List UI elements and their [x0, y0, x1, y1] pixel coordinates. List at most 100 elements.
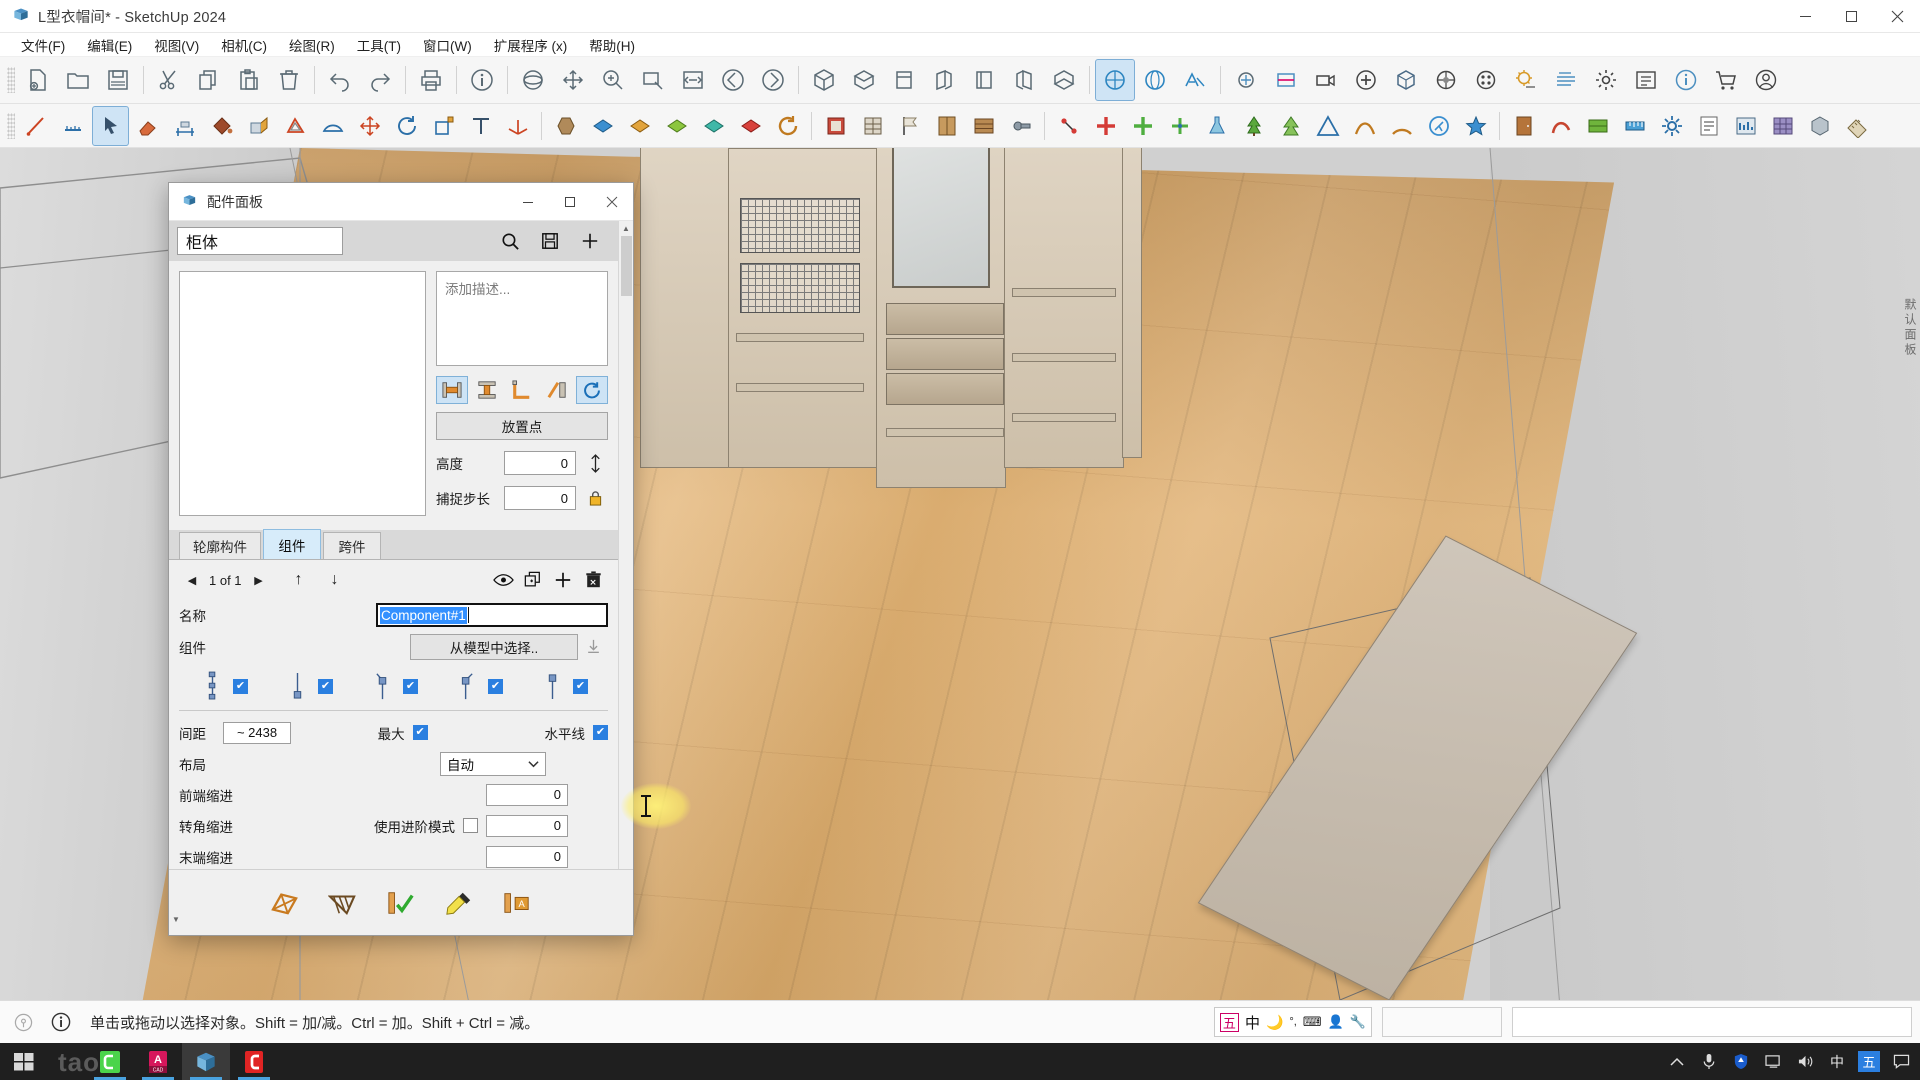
hidden-line-icon[interactable]	[1175, 59, 1215, 101]
dialog-minimize-button[interactable]	[507, 183, 549, 221]
taskbar-app-autocad[interactable]: A CAD	[134, 1043, 182, 1080]
taskbar-app-sketchup[interactable]	[182, 1043, 230, 1080]
follow-me-icon[interactable]	[769, 106, 806, 146]
menu-view[interactable]: 视图(V)	[143, 33, 210, 57]
front-indent-input[interactable]: 0	[486, 783, 568, 806]
gear-blue-icon[interactable]	[1653, 106, 1690, 146]
download-icon[interactable]	[578, 639, 608, 655]
prev-record-button[interactable]: ◀	[179, 567, 205, 593]
triangle-warn-icon[interactable]	[1309, 106, 1346, 146]
menu-window[interactable]: 窗口(W)	[412, 33, 483, 57]
left-view-icon[interactable]	[1004, 59, 1044, 101]
tab-components[interactable]: 组件	[263, 529, 321, 559]
taskbar-app-wechat[interactable]	[86, 1043, 134, 1080]
ime-toolbar[interactable]: 五 中 🌙 °, ⌨ 👤 🔧	[1213, 1007, 1372, 1037]
iso-view-icon[interactable]	[804, 59, 844, 101]
add-plus-icon[interactable]	[548, 567, 578, 593]
tray-microphone-icon[interactable]	[1694, 1043, 1724, 1080]
component-icon[interactable]	[1386, 59, 1426, 101]
next-view-icon[interactable]	[753, 59, 793, 101]
outliner-icon[interactable]	[1626, 59, 1666, 101]
duplicate-icon[interactable]	[518, 567, 548, 593]
search-input[interactable]: 柜体	[177, 227, 343, 255]
offset-icon[interactable]	[277, 106, 314, 146]
anchor-start-angle-checkbox[interactable]	[403, 678, 418, 694]
styles-icon[interactable]	[1466, 59, 1506, 101]
zoom-extents-icon[interactable]	[673, 59, 713, 101]
snap-step-input[interactable]: 0	[504, 486, 576, 510]
geo-location-icon[interactable]	[8, 1007, 38, 1037]
axes-icon[interactable]	[499, 106, 536, 146]
save-icon[interactable]	[98, 59, 138, 101]
move-up-button[interactable]: ↑	[286, 567, 312, 593]
tray-monitor-icon[interactable]	[1758, 1043, 1788, 1080]
mode-refresh-icon[interactable]	[576, 376, 608, 404]
previous-view-icon[interactable]	[713, 59, 753, 101]
delete-trash-icon[interactable]	[269, 59, 309, 101]
shape-gold-icon[interactable]	[621, 106, 658, 146]
help-info-icon[interactable]	[1666, 59, 1706, 101]
corner-indent-input[interactable]: 0	[486, 814, 568, 837]
flag-icon[interactable]	[891, 106, 928, 146]
pan-icon[interactable]	[553, 59, 593, 101]
add-green-icon[interactable]	[1161, 106, 1198, 146]
menu-edit[interactable]: 编辑(E)	[76, 33, 143, 57]
text-tool-icon[interactable]	[462, 106, 499, 146]
cabinet-icon[interactable]	[928, 106, 965, 146]
warehouse-cart-icon[interactable]	[1706, 59, 1746, 101]
tray-notification-icon[interactable]	[1886, 1043, 1916, 1080]
taskbar-app-cad[interactable]	[230, 1043, 278, 1080]
save-disk-icon[interactable]	[530, 225, 570, 257]
grid-panel-icon[interactable]	[1764, 106, 1801, 146]
tab-profile-members[interactable]: 轮廓构件	[179, 532, 261, 559]
component-name-input[interactable]: Component#1	[376, 603, 608, 627]
tab-spans[interactable]: 跨件	[323, 532, 381, 559]
back-view-icon[interactable]	[964, 59, 1004, 101]
preferences-icon[interactable]	[1586, 59, 1626, 101]
paste-icon[interactable]	[229, 59, 269, 101]
mode-horizontal-span-icon[interactable]	[436, 376, 468, 404]
box-icon[interactable]	[1801, 106, 1838, 146]
move-icon[interactable]	[351, 106, 388, 146]
front-view-icon[interactable]	[884, 59, 924, 101]
materials-icon[interactable]	[1426, 59, 1466, 101]
select-from-model-button[interactable]: 从模型中选择..	[410, 634, 578, 660]
open-folder-icon[interactable]	[58, 59, 98, 101]
auto-label-icon[interactable]: A	[499, 885, 535, 921]
height-arrow-icon[interactable]	[582, 451, 608, 475]
xray-style-icon[interactable]	[1095, 59, 1135, 101]
maximize-button[interactable]	[1828, 0, 1874, 33]
minimize-button[interactable]	[1782, 0, 1828, 33]
hardware-icon[interactable]	[1002, 106, 1039, 146]
print-icon[interactable]	[411, 59, 451, 101]
redo-icon[interactable]	[360, 59, 400, 101]
scroll-up-arrow[interactable]: ▲	[619, 221, 633, 236]
dialog-scrollbar[interactable]: ▲	[618, 221, 633, 869]
board-green-icon[interactable]	[1579, 106, 1616, 146]
menu-file[interactable]: 文件(F)	[10, 33, 76, 57]
top-view-icon[interactable]	[844, 59, 884, 101]
horizontal-line-checkbox[interactable]	[593, 725, 608, 740]
plus-icon[interactable]	[570, 225, 610, 257]
arc-icon[interactable]	[1383, 106, 1420, 146]
drawer-icon[interactable]	[965, 106, 1002, 146]
orbit-icon[interactable]	[513, 59, 553, 101]
height-input[interactable]: 0	[504, 451, 576, 475]
shadows-icon[interactable]	[1506, 59, 1546, 101]
anchor-center-checkbox[interactable]	[318, 678, 333, 694]
menu-draw[interactable]: 绘图(R)	[278, 33, 346, 57]
place-point-button[interactable]: 放置点	[436, 412, 608, 440]
cross-green-icon[interactable]	[1124, 106, 1161, 146]
keyboard-icon[interactable]: ⌨	[1303, 1014, 1322, 1030]
ruler-blue-icon[interactable]	[1616, 106, 1653, 146]
menu-tools[interactable]: 工具(T)	[346, 33, 412, 57]
next-record-button[interactable]: ▶	[246, 567, 272, 593]
report-icon[interactable]	[1727, 106, 1764, 146]
tray-ime-lang-icon[interactable]: 中	[1822, 1043, 1852, 1080]
assembly-frame-icon[interactable]	[267, 885, 303, 921]
advanced-mode-checkbox[interactable]	[463, 818, 478, 833]
tree-icon[interactable]	[1235, 106, 1272, 146]
line-tool-icon[interactable]	[18, 106, 55, 146]
tray-volume-icon[interactable]	[1790, 1043, 1820, 1080]
scrollbar-thumb[interactable]	[621, 236, 632, 296]
